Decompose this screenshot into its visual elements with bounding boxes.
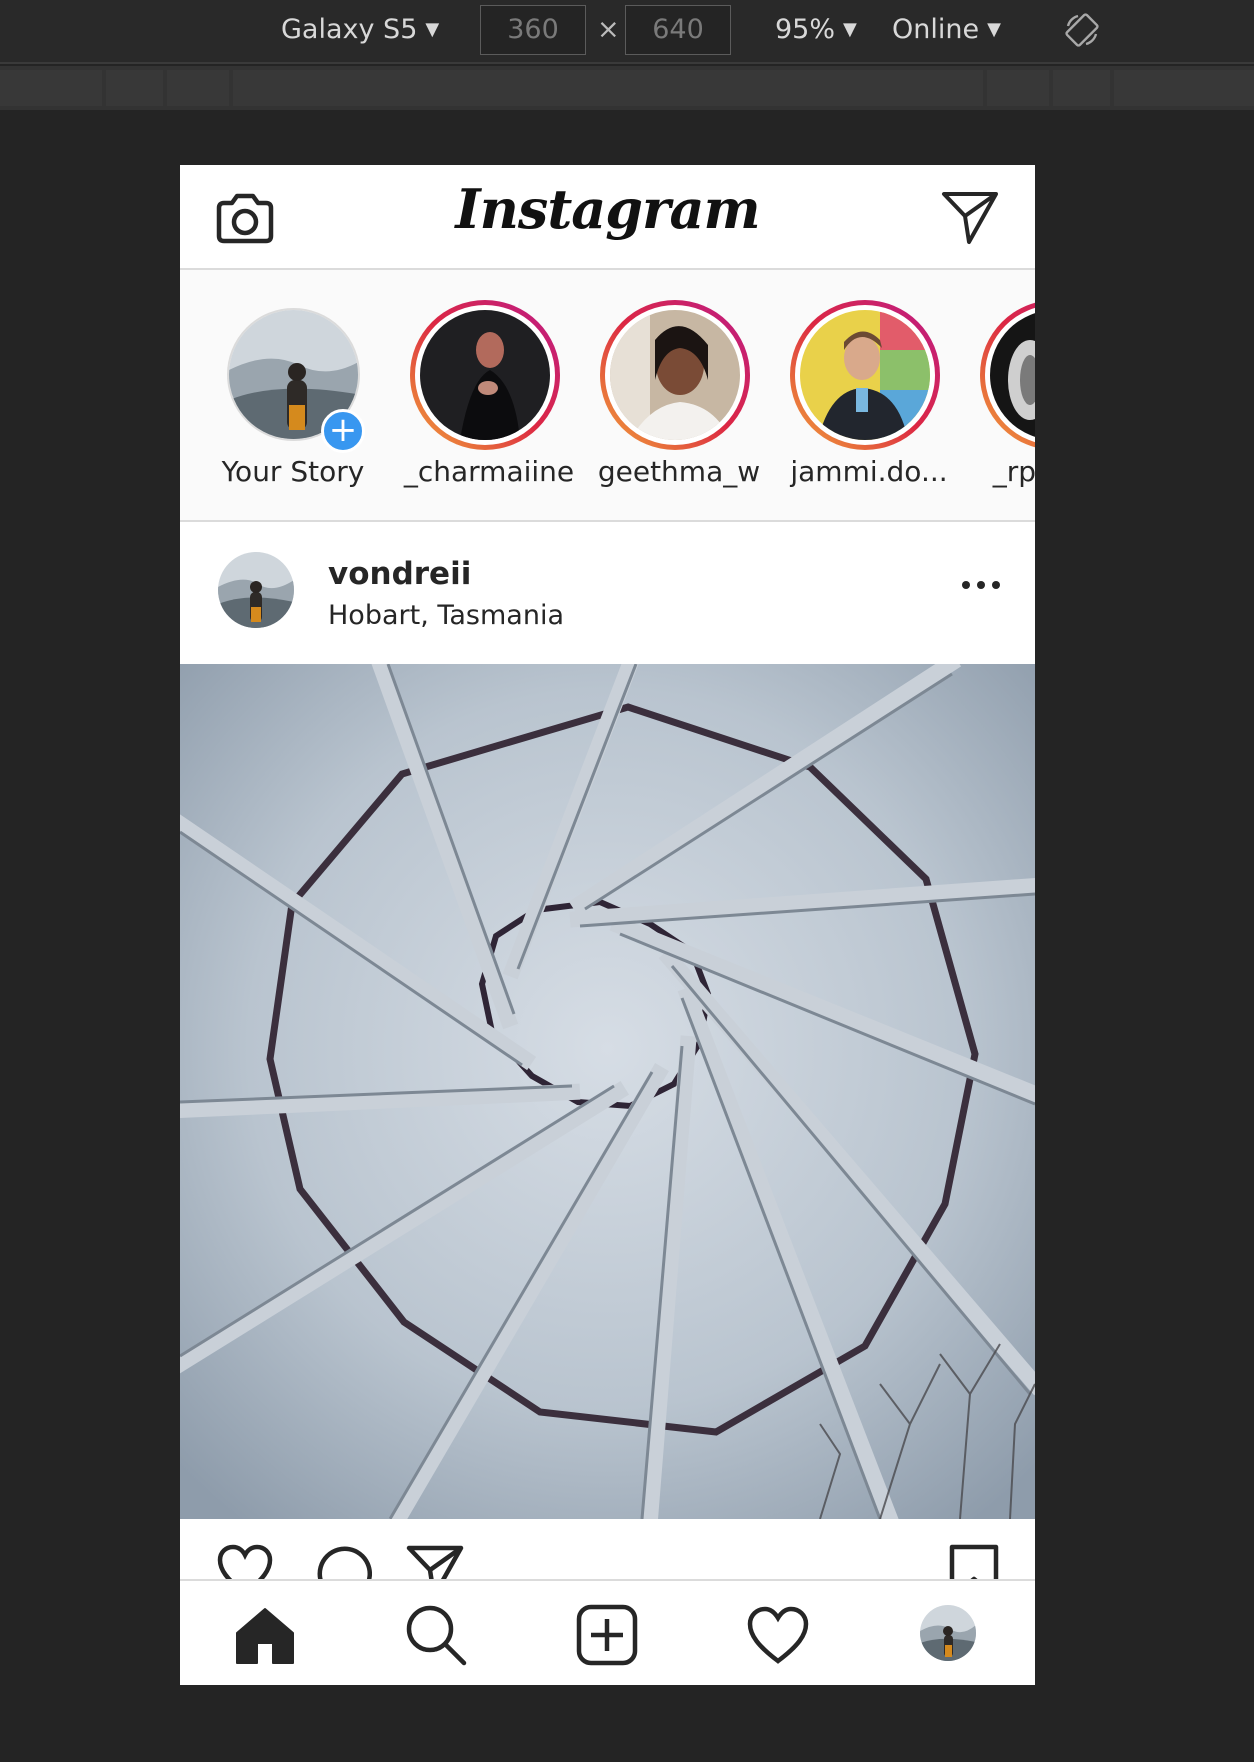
ruler-segment[interactable]	[1053, 70, 1110, 106]
direct-message-icon[interactable]	[941, 189, 999, 247]
search-icon[interactable]	[404, 1603, 468, 1667]
new-post-icon[interactable]	[575, 1603, 639, 1667]
ruler-segment[interactable]	[987, 70, 1049, 106]
device-name: Galaxy S5	[281, 14, 418, 45]
more-options-icon[interactable]	[961, 578, 1001, 592]
home-icon[interactable]	[233, 1603, 297, 1667]
devtools-device-toolbar: Galaxy S5 ▼ 360 × 640 95% ▼ Online ▼	[0, 0, 1254, 64]
ruler-segment[interactable]	[1114, 70, 1254, 106]
story-avatar	[800, 310, 930, 440]
story-ring	[790, 300, 940, 450]
network-select[interactable]: Online ▼	[892, 14, 1001, 45]
ruler-segment[interactable]	[0, 70, 102, 106]
device-select[interactable]: Galaxy S5 ▼	[281, 14, 439, 45]
profile-avatar[interactable]	[920, 1605, 976, 1661]
bottom-tab-bar	[180, 1579, 1035, 1685]
dimension-times: ×	[597, 14, 620, 45]
width-input[interactable]: 360	[480, 5, 586, 55]
dropdown-arrow-icon: ▼	[425, 19, 440, 40]
post-author-avatar[interactable]	[218, 552, 294, 628]
story-ring	[980, 300, 1035, 450]
story-ring	[600, 300, 750, 450]
add-story-plus-icon[interactable]: +	[321, 409, 365, 453]
ruler-segment[interactable]	[167, 70, 229, 106]
story-ring	[410, 300, 560, 450]
instagram-logo[interactable]: Instagram	[180, 177, 1035, 241]
story-label: _rpa	[992, 455, 1035, 488]
media-query-ruler	[0, 66, 1254, 110]
post-username[interactable]: vondreii	[328, 556, 471, 592]
dropdown-arrow-icon: ▼	[987, 19, 1001, 40]
story-avatar	[420, 310, 550, 440]
height-input[interactable]: 640	[625, 5, 731, 55]
story-label: geethma_w	[597, 455, 761, 488]
ruler-segment[interactable]	[106, 70, 163, 106]
ruler-segment[interactable]	[233, 70, 983, 106]
post-photo[interactable]	[180, 652, 1035, 1530]
device-viewport: Instagram + Your Story _charmaiine geeth…	[180, 165, 1035, 1685]
activity-heart-icon[interactable]	[746, 1603, 810, 1667]
app-header: Instagram	[180, 165, 1035, 270]
zoom-value: 95%	[775, 14, 836, 45]
story-label: _charmaiine	[403, 455, 575, 488]
post-header: vondreii Hobart, Tasmania	[180, 522, 1035, 650]
rotate-icon[interactable]	[1064, 12, 1100, 48]
story-label: Your Story	[221, 455, 365, 488]
zoom-select[interactable]: 95% ▼	[775, 14, 857, 45]
stories-tray[interactable]: + Your Story _charmaiine geethma_w jammi…	[180, 270, 1035, 522]
story-avatar	[990, 310, 1035, 440]
network-value: Online	[892, 14, 980, 45]
story-avatar	[610, 310, 740, 440]
post-location[interactable]: Hobart, Tasmania	[328, 600, 564, 631]
dropdown-arrow-icon: ▼	[843, 19, 857, 40]
